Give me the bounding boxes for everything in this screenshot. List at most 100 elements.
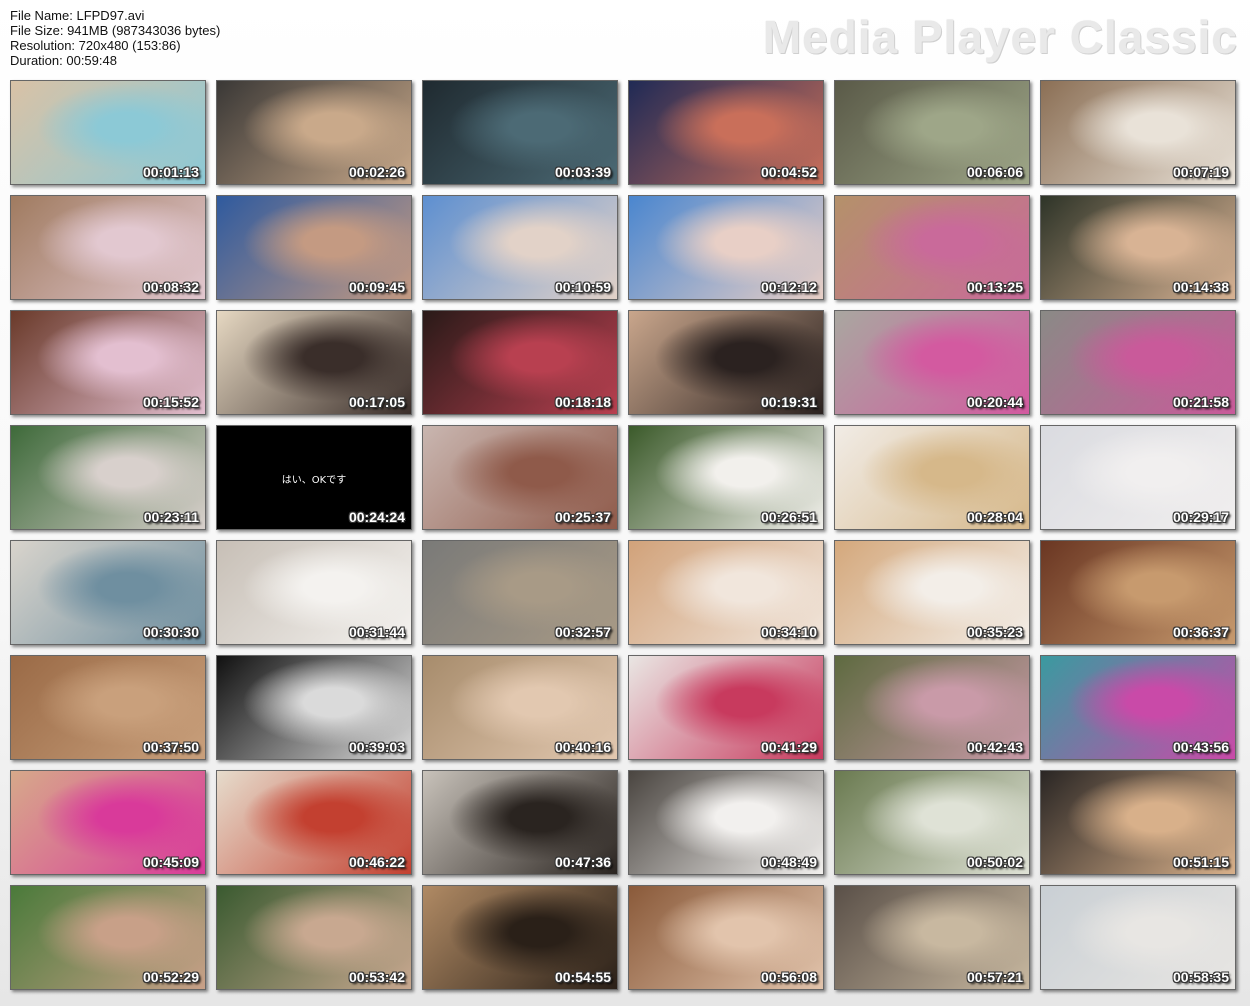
video-thumbnail: 00:48:49 (628, 770, 824, 875)
video-thumbnail: 00:36:37 (1040, 540, 1236, 645)
thumbnail-timestamp: 00:15:52 (142, 394, 199, 410)
video-thumbnail: 00:28:04 (834, 425, 1030, 530)
thumbnail-timestamp: 00:52:29 (142, 969, 199, 985)
video-thumbnail: 00:08:32 (10, 195, 206, 300)
video-thumbnail: 00:46:22 (216, 770, 412, 875)
video-thumbnail: 00:14:38 (1040, 195, 1236, 300)
thumbnail-timestamp: 00:24:24 (348, 509, 405, 525)
video-thumbnail: 00:29:17 (1040, 425, 1236, 530)
thumbnail-timestamp: 00:54:55 (554, 969, 611, 985)
thumbnail-timestamp: 00:03:39 (554, 164, 611, 180)
video-thumbnail: 00:18:18 (422, 310, 618, 415)
video-thumbnail: 00:40:16 (422, 655, 618, 760)
thumbnail-timestamp: 00:39:03 (348, 739, 405, 755)
thumbnail-timestamp: 00:46:22 (348, 854, 405, 870)
video-thumbnail: 00:26:51 (628, 425, 824, 530)
thumbnail-grid: 00:01:13 00:02:26 00:03:39 00:04:52 00:06:06… (10, 80, 1236, 990)
video-thumbnail: 00:43:56 (1040, 655, 1236, 760)
resolution: Resolution: 720x480 (153:86) (10, 38, 181, 53)
thumbnail-timestamp: 00:26:51 (760, 509, 817, 525)
thumbnail-timestamp: 00:01:13 (142, 164, 199, 180)
video-thumbnail: 00:57:21 (834, 885, 1030, 990)
video-thumbnail: 00:19:31 (628, 310, 824, 415)
video-thumbnail: 00:32:57 (422, 540, 618, 645)
video-thumbnail: 00:30:30 (10, 540, 206, 645)
thumbnail-timestamp: 00:14:38 (1172, 279, 1229, 295)
video-thumbnail: 00:41:29 (628, 655, 824, 760)
video-thumbnail: 00:50:02 (834, 770, 1030, 875)
thumbnail-timestamp: 00:02:26 (348, 164, 405, 180)
thumbnail-timestamp: 00:29:17 (1172, 509, 1229, 525)
video-thumbnail: 00:07:19 (1040, 80, 1236, 185)
video-thumbnail: 00:47:36 (422, 770, 618, 875)
video-thumbnail: 00:02:26 (216, 80, 412, 185)
thumbnail-timestamp: 00:25:37 (554, 509, 611, 525)
video-thumbnail: 00:39:03 (216, 655, 412, 760)
video-thumbnail: 00:12:12 (628, 195, 824, 300)
video-thumbnail: 00:21:58 (1040, 310, 1236, 415)
video-thumbnail: 00:10:59 (422, 195, 618, 300)
video-thumbnail: 00:54:55 (422, 885, 618, 990)
video-thumbnail: 00:25:37 (422, 425, 618, 530)
thumbnail-timestamp: 00:04:52 (760, 164, 817, 180)
thumbnail-timestamp: 00:47:36 (554, 854, 611, 870)
video-thumbnail: 00:04:52 (628, 80, 824, 185)
thumbnail-timestamp: 00:12:12 (760, 279, 817, 295)
file-size: File Size: 941MB (987343036 bytes) (10, 23, 221, 38)
brand-watermark: Media Player Classic (762, 11, 1238, 63)
thumbnail-timestamp: 00:35:23 (966, 624, 1023, 640)
video-thumbnail: 00:13:25 (834, 195, 1030, 300)
thumbnail-timestamp: 00:40:16 (554, 739, 611, 755)
video-thumbnail: 00:37:50 (10, 655, 206, 760)
video-thumbnail: 00:17:05 (216, 310, 412, 415)
thumbnail-timestamp: 00:58:35 (1172, 969, 1229, 985)
thumbnail-timestamp: 00:36:37 (1172, 624, 1229, 640)
thumbnail-caption: はい、OKです (281, 475, 347, 487)
video-thumbnail: 00:35:23 (834, 540, 1030, 645)
duration: Duration: 00:59:48 (10, 53, 117, 68)
thumbnail-timestamp: 00:17:05 (348, 394, 405, 410)
video-thumbnail: 00:09:45 (216, 195, 412, 300)
thumbnail-timestamp: 00:19:31 (760, 394, 817, 410)
thumbnail-timestamp: 00:50:02 (966, 854, 1023, 870)
video-thumbnail: 00:51:15 (1040, 770, 1236, 875)
thumbnail-timestamp: 00:45:09 (142, 854, 199, 870)
thumbnail-timestamp: 00:41:29 (760, 739, 817, 755)
thumbnail-timestamp: 00:53:42 (348, 969, 405, 985)
video-thumbnail: 00:01:13 (10, 80, 206, 185)
video-thumbnail: 00:15:52 (10, 310, 206, 415)
video-thumbnail: 00:58:35 (1040, 885, 1236, 990)
thumbnail-timestamp: 00:13:25 (966, 279, 1023, 295)
thumbnail-timestamp: 00:10:59 (554, 279, 611, 295)
thumbnail-timestamp: 00:43:56 (1172, 739, 1229, 755)
file-info-panel: File Name: LFPD97.avi File Size: 941MB (… (10, 8, 220, 68)
thumbnail-timestamp: 00:32:57 (554, 624, 611, 640)
thumbnail-timestamp: 00:20:44 (966, 394, 1023, 410)
video-thumbnail: 00:52:29 (10, 885, 206, 990)
thumbnail-timestamp: 00:34:10 (760, 624, 817, 640)
thumbnail-timestamp: 00:30:30 (142, 624, 199, 640)
video-thumbnail: 00:20:44 (834, 310, 1030, 415)
video-thumbnail: 00:03:39 (422, 80, 618, 185)
thumbnail-timestamp: 00:57:21 (966, 969, 1023, 985)
thumbnail-timestamp: 00:07:19 (1172, 164, 1229, 180)
thumbnail-timestamp: 00:08:32 (142, 279, 199, 295)
file-name: File Name: LFPD97.avi (10, 8, 145, 23)
video-thumbnail: 00:56:08 (628, 885, 824, 990)
thumbnail-timestamp: 00:28:04 (966, 509, 1023, 525)
video-thumbnail: 00:06:06 (834, 80, 1030, 185)
thumbnail-timestamp: 00:21:58 (1172, 394, 1229, 410)
video-thumbnail: 00:34:10 (628, 540, 824, 645)
video-thumbnail: 00:31:44 (216, 540, 412, 645)
thumbnail-timestamp: 00:56:08 (760, 969, 817, 985)
thumbnail-timestamp: 00:42:43 (966, 739, 1023, 755)
thumbnail-timestamp: 00:37:50 (142, 739, 199, 755)
thumbnail-timestamp: 00:18:18 (554, 394, 611, 410)
thumbnail-timestamp: 00:31:44 (348, 624, 405, 640)
video-thumbnail: 00:42:43 (834, 655, 1030, 760)
video-thumbnail: 00:53:42 (216, 885, 412, 990)
video-thumbnail: 00:45:09 (10, 770, 206, 875)
video-thumbnail: はい、OKです 00:24:24 (216, 425, 412, 530)
thumbnail-timestamp: 00:06:06 (966, 164, 1023, 180)
thumbnail-timestamp: 00:51:15 (1172, 854, 1229, 870)
